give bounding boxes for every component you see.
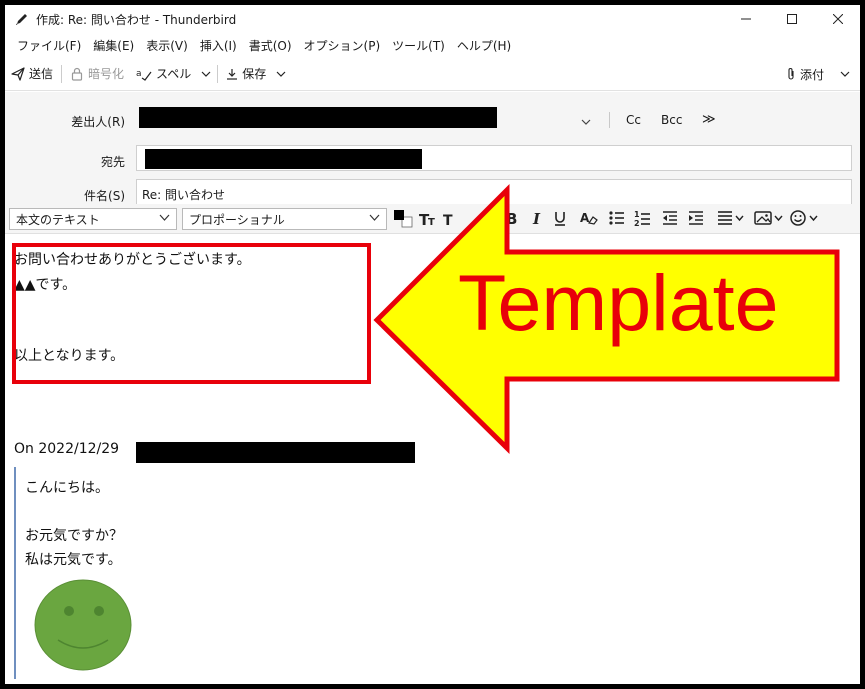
template-label: Template	[458, 258, 779, 347]
compose-window: 作成: Re: 問い合わせ - Thunderbird ファイル(F) 編集(E…	[5, 5, 860, 684]
